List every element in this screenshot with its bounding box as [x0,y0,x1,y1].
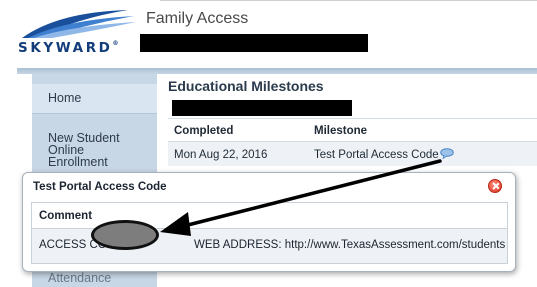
completed-date: Mon Aug 22, 2016 [174,149,268,161]
logo-wordmark: SKYWARD® [18,40,119,56]
sidebar-item-home[interactable]: Home [32,84,157,114]
page: SKYWARD® Family Access Home New Student … [0,0,537,287]
skyward-logo[interactable]: SKYWARD® [18,8,140,58]
redacted-user-name [140,34,368,52]
app-title: Family Access [146,10,249,27]
close-icon[interactable] [488,179,502,193]
table-row: Mon Aug 22, 2016 Test Portal Access Code [168,142,537,166]
column-header-milestone[interactable]: Milestone [314,125,367,137]
column-header-completed[interactable]: Completed [174,125,233,137]
top-divider [160,0,537,1]
sidebar-item-new-student-online-enrollment[interactable]: New Student Online Enrollment [32,120,157,169]
column-header-comment: Comment [39,210,93,222]
popup-title: Test Portal Access Code [33,181,167,193]
comment-text-web-address: WEB ADDRESS: http://www.TexasAssessment.… [194,239,506,251]
table-header: Completed Milestone [168,118,537,142]
sidebar-item-attendance[interactable]: Attendance [32,272,157,285]
milestone-name: Test Portal Access Code [314,149,439,161]
logo-swoosh-icon [22,10,136,38]
comment-popup: Test Portal Access Code Comment ACCESS C… [22,172,516,272]
section-title: Educational Milestones [168,78,324,94]
milestones-table: Completed Milestone Mon Aug 22, 2016 Tes… [168,118,537,166]
redacted-student-name [172,100,352,116]
redacted-access-code [91,220,159,250]
comment-bubble-icon[interactable] [440,148,454,159]
